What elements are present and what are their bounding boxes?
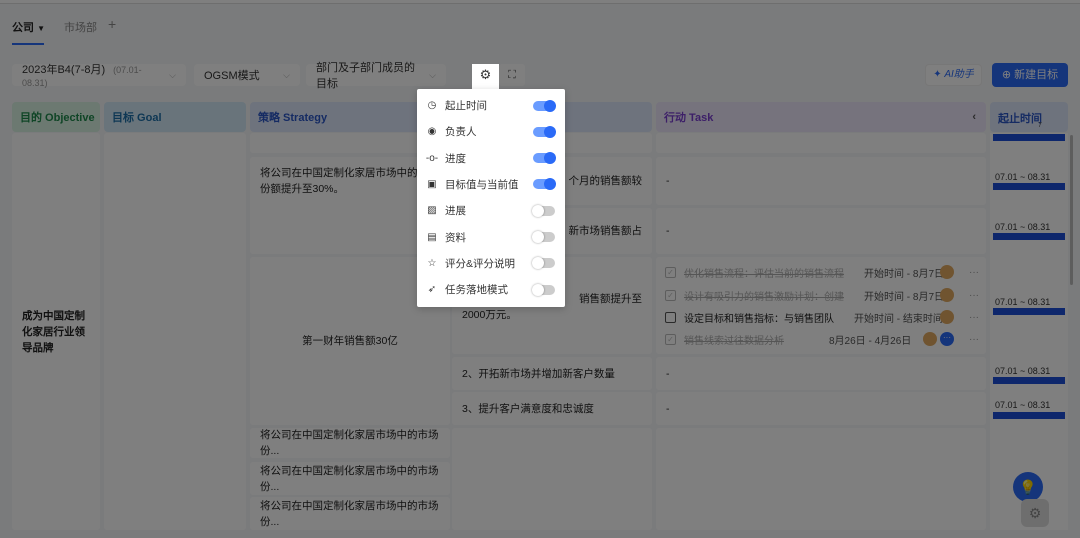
setting-option[interactable]: -o- 进度 bbox=[425, 151, 556, 166]
toggle-switch[interactable] bbox=[532, 283, 555, 296]
toggle-switch[interactable] bbox=[532, 204, 555, 217]
setting-option[interactable]: ◷ 起止时间 bbox=[425, 98, 556, 113]
toggle-knob bbox=[532, 257, 544, 270]
toggle-knob bbox=[544, 125, 556, 138]
run-icon: ➶ bbox=[427, 284, 437, 296]
setting-option[interactable]: ▣ 目标值与当前值 bbox=[425, 177, 556, 192]
star-icon: ☆ bbox=[427, 257, 437, 269]
toggle-knob bbox=[544, 152, 556, 165]
toggle-knob bbox=[532, 283, 544, 296]
setting-option[interactable]: ▤ 资料 bbox=[425, 230, 555, 245]
target-value-icon: ▣ bbox=[427, 178, 437, 190]
clock-icon: ◷ bbox=[427, 100, 437, 111]
toggle-switch[interactable] bbox=[532, 231, 555, 243]
toggle-switch[interactable] bbox=[532, 257, 555, 270]
toggle-switch[interactable] bbox=[533, 99, 556, 112]
toggle-switch[interactable] bbox=[533, 178, 556, 191]
toggle-knob bbox=[532, 231, 544, 243]
user-icon: ◉ bbox=[427, 126, 437, 138]
progress-icon: -o- bbox=[425, 152, 439, 164]
gear-icon[interactable]: ⚙ bbox=[472, 64, 499, 89]
setting-option[interactable]: ☆ 评分&评分说明 bbox=[425, 256, 555, 271]
toggle-switch[interactable] bbox=[533, 152, 556, 165]
archive-icon: ▤ bbox=[427, 231, 437, 243]
image-icon: ▨ bbox=[427, 205, 437, 217]
column-settings-popup: ◷ 起止时间 ◉ 负责人 -o- 进度 ▣ 目标值与当前值 ▨ 进展 ▤ 资料 ☆ 评分&评分说明 ➶ 任务落… bbox=[417, 89, 565, 307]
toggle-switch[interactable] bbox=[533, 125, 556, 138]
toggle-knob bbox=[544, 99, 556, 112]
setting-option[interactable]: ➶ 任务落地模式 bbox=[425, 282, 555, 297]
setting-option[interactable]: ◉ 负责人 bbox=[425, 124, 556, 139]
toggle-knob bbox=[544, 178, 556, 191]
toggle-knob bbox=[532, 204, 544, 217]
setting-option[interactable]: ▨ 进展 bbox=[425, 203, 555, 218]
